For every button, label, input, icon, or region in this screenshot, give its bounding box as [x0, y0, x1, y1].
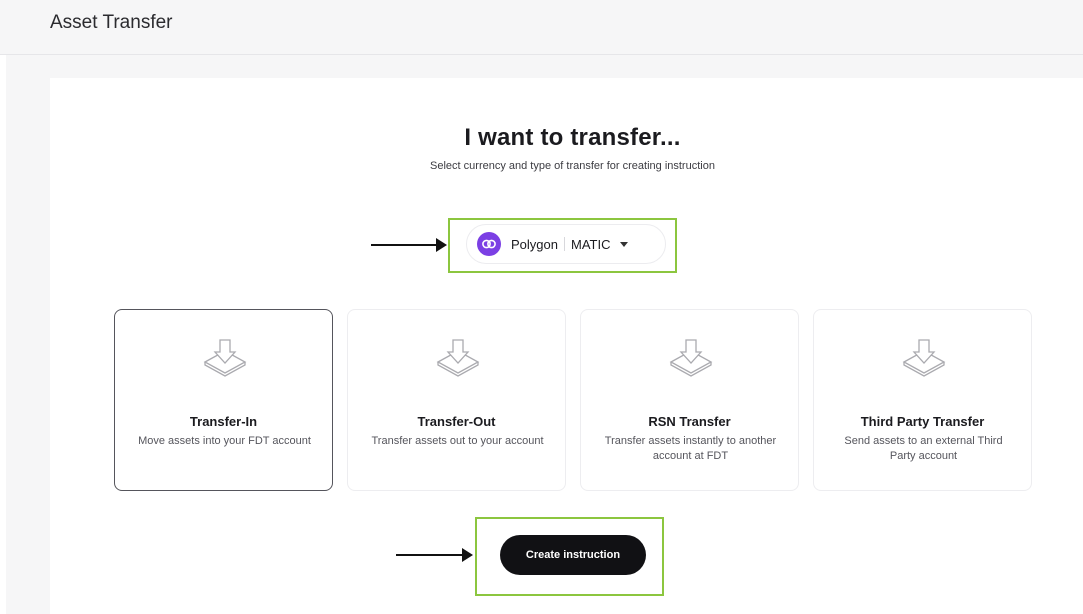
- chevron-down-icon: [620, 241, 629, 247]
- download-tray-icon: [203, 339, 247, 377]
- polygon-logo-icon: [477, 232, 501, 256]
- create-instruction-button[interactable]: Create instruction: [500, 535, 646, 575]
- option-description: Move assets into your FDT account: [138, 435, 311, 447]
- currency-label: MATIC: [570, 236, 611, 252]
- option-third-party-transfer[interactable]: Third Party Transfer Send assets to an e…: [813, 309, 1032, 491]
- download-tray-icon: [436, 339, 480, 377]
- option-description: Transfer assets instantly to another acc…: [604, 435, 777, 462]
- network-label: Polygon: [511, 236, 558, 252]
- option-title: Transfer-Out: [417, 414, 496, 429]
- currency-selector[interactable]: Polygon MATIC: [466, 224, 666, 264]
- option-rsn-transfer[interactable]: RSN Transfer Transfer assets instantly t…: [580, 309, 799, 491]
- page-header: Asset Transfer: [0, 0, 1083, 55]
- option-title: RSN Transfer: [648, 414, 731, 429]
- download-tray-icon: [902, 339, 946, 377]
- option-transfer-in[interactable]: Transfer-In Move assets into your FDT ac…: [114, 309, 333, 491]
- option-description: Send assets to an external Third Party a…: [844, 435, 1003, 462]
- transfer-heading: I want to transfer...: [464, 124, 681, 151]
- selector-divider: [563, 237, 565, 251]
- option-title: Third Party Transfer: [860, 414, 985, 429]
- page-title: Asset Transfer: [50, 12, 173, 33]
- option-description: Transfer assets out to your account: [371, 435, 544, 447]
- download-tray-icon: [669, 339, 713, 377]
- option-transfer-out[interactable]: Transfer-Out Transfer assets out to your…: [347, 309, 566, 491]
- annotation-arrow-create: [396, 548, 473, 562]
- transfer-subheading: Select currency and type of transfer for…: [430, 160, 715, 172]
- annotation-arrow-selector: [371, 238, 447, 252]
- option-title: Transfer-In: [189, 414, 258, 429]
